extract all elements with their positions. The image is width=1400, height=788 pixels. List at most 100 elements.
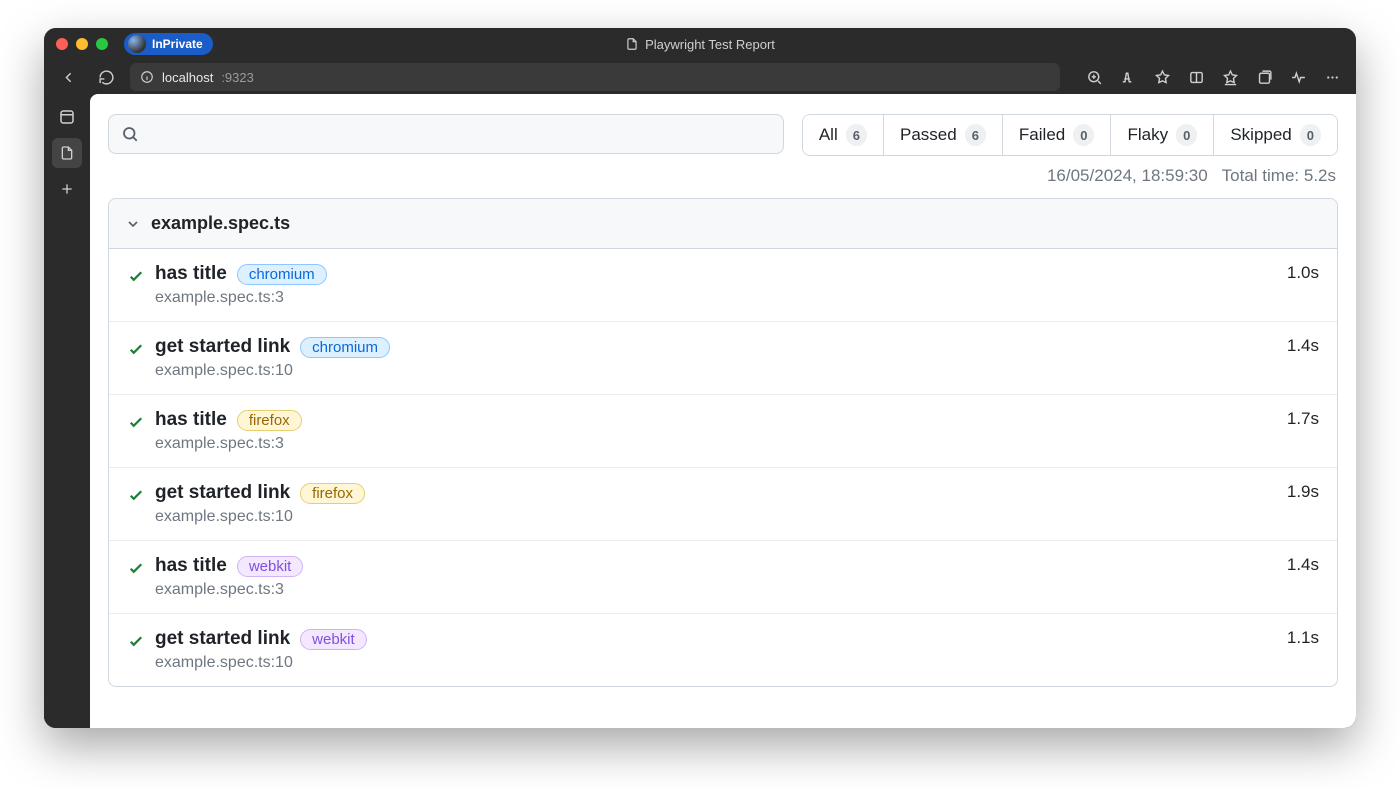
test-duration: 1.4s <box>1287 336 1319 356</box>
report-meta: 16/05/2024, 18:59:30 Total time: 5.2s <box>90 166 1356 198</box>
favorite-icon[interactable] <box>1148 63 1176 91</box>
titlebar: InPrivate Playwright Test Report <box>44 28 1356 60</box>
test-duration: 1.9s <box>1287 482 1319 502</box>
toolbar-right <box>1080 63 1346 91</box>
current-tab-icon[interactable] <box>52 138 82 168</box>
zoom-icon[interactable] <box>1080 63 1108 91</box>
test-duration: 1.1s <box>1287 628 1319 648</box>
test-title-row: has title firefox <box>155 409 1275 431</box>
test-name: get started link <box>155 482 290 504</box>
browser-pill: firefox <box>300 483 365 504</box>
filter-flaky[interactable]: Flaky 0 <box>1111 115 1214 155</box>
browser-body: All 6 Passed 6 Failed 0 Flaky 0 <box>44 94 1356 728</box>
filter-all[interactable]: All 6 <box>803 115 884 155</box>
filter-skipped[interactable]: Skipped 0 <box>1214 115 1337 155</box>
filter-count: 0 <box>1300 124 1321 146</box>
test-duration: 1.0s <box>1287 263 1319 283</box>
tab-title: Playwright Test Report <box>44 37 1356 52</box>
maximize-window-button[interactable] <box>96 38 108 50</box>
test-name: has title <box>155 409 227 431</box>
split-screen-icon[interactable] <box>1182 63 1210 91</box>
test-duration: 1.4s <box>1287 555 1319 575</box>
test-main: has title chromium example.spec.ts:3 <box>155 263 1275 307</box>
favorites-list-icon[interactable] <box>1216 63 1244 91</box>
test-name: has title <box>155 263 227 285</box>
filter-label: Flaky <box>1127 125 1168 145</box>
info-icon <box>140 70 154 84</box>
browser-pill: firefox <box>237 410 302 431</box>
test-title-row: get started link firefox <box>155 482 1275 504</box>
report-page: All 6 Passed 6 Failed 0 Flaky 0 <box>90 94 1356 728</box>
report-header: All 6 Passed 6 Failed 0 Flaky 0 <box>90 94 1356 166</box>
check-icon <box>127 413 145 431</box>
minimize-window-button[interactable] <box>76 38 88 50</box>
test-location: example.spec.ts:10 <box>155 508 1275 526</box>
check-icon <box>127 340 145 358</box>
test-location: example.spec.ts:3 <box>155 289 1275 307</box>
test-main: get started link webkit example.spec.ts:… <box>155 628 1275 672</box>
filter-count: 0 <box>1073 124 1094 146</box>
filter-label: All <box>819 125 838 145</box>
filter-count: 6 <box>846 124 867 146</box>
test-file-name: example.spec.ts <box>151 213 290 234</box>
test-file-header[interactable]: example.spec.ts <box>109 199 1337 249</box>
health-icon[interactable] <box>1284 63 1312 91</box>
refresh-button[interactable] <box>92 63 120 91</box>
close-window-button[interactable] <box>56 38 68 50</box>
inprivate-badge[interactable]: InPrivate <box>124 33 213 55</box>
test-location: example.spec.ts:3 <box>155 581 1275 599</box>
test-title-row: has title chromium <box>155 263 1275 285</box>
test-row[interactable]: has title firefox example.spec.ts:3 1.7s <box>109 395 1337 468</box>
test-location: example.spec.ts:10 <box>155 362 1275 380</box>
inprivate-label: InPrivate <box>152 37 203 51</box>
test-row[interactable]: has title webkit example.spec.ts:3 1.4s <box>109 541 1337 614</box>
new-tab-button[interactable] <box>52 174 82 204</box>
back-button[interactable] <box>54 63 82 91</box>
browser-pill: chromium <box>237 264 327 285</box>
test-main: get started link chromium example.spec.t… <box>155 336 1275 380</box>
search-icon <box>121 125 139 143</box>
browser-pill: chromium <box>300 337 390 358</box>
test-location: example.spec.ts:10 <box>155 654 1275 672</box>
address-bar[interactable]: localhost :9323 <box>130 63 1060 91</box>
check-icon <box>127 267 145 285</box>
test-file-card: example.spec.ts has title chromium examp… <box>108 198 1338 687</box>
url-host: localhost <box>162 70 213 85</box>
chevron-down-icon <box>125 216 141 232</box>
filter-failed[interactable]: Failed 0 <box>1003 115 1112 155</box>
report-timestamp: 16/05/2024, 18:59:30 <box>1047 166 1208 186</box>
url-port: :9323 <box>221 70 254 85</box>
test-main: has title webkit example.spec.ts:3 <box>155 555 1275 599</box>
browser-window: InPrivate Playwright Test Report localho… <box>44 28 1356 728</box>
test-title-row: has title webkit <box>155 555 1275 577</box>
filter-tabs: All 6 Passed 6 Failed 0 Flaky 0 <box>802 114 1338 156</box>
test-main: get started link firefox example.spec.ts… <box>155 482 1275 526</box>
filter-label: Passed <box>900 125 957 145</box>
report-total-time: Total time: 5.2s <box>1222 166 1336 186</box>
tab-title-text: Playwright Test Report <box>645 37 775 52</box>
test-main: has title firefox example.spec.ts:3 <box>155 409 1275 453</box>
test-row[interactable]: get started link chromium example.spec.t… <box>109 322 1337 395</box>
more-icon[interactable] <box>1318 63 1346 91</box>
collections-icon[interactable] <box>1250 63 1278 91</box>
check-icon <box>127 632 145 650</box>
tab-actions-button[interactable] <box>52 102 82 132</box>
test-title-row: get started link chromium <box>155 336 1275 358</box>
test-row[interactable]: get started link firefox example.spec.ts… <box>109 468 1337 541</box>
test-name: get started link <box>155 336 290 358</box>
test-name: has title <box>155 555 227 577</box>
filter-count: 0 <box>1176 124 1197 146</box>
browser-pill: webkit <box>300 629 367 650</box>
check-icon <box>127 486 145 504</box>
search-box[interactable] <box>108 114 784 154</box>
test-duration: 1.7s <box>1287 409 1319 429</box>
search-input[interactable] <box>147 125 771 143</box>
read-aloud-icon[interactable] <box>1114 63 1142 91</box>
browser-toolbar: localhost :9323 <box>44 60 1356 94</box>
profile-avatar-icon <box>128 35 146 53</box>
test-row[interactable]: has title chromium example.spec.ts:3 1.0… <box>109 249 1337 322</box>
test-location: example.spec.ts:3 <box>155 435 1275 453</box>
test-row[interactable]: get started link webkit example.spec.ts:… <box>109 614 1337 686</box>
filter-label: Failed <box>1019 125 1065 145</box>
filter-passed[interactable]: Passed 6 <box>884 115 1003 155</box>
